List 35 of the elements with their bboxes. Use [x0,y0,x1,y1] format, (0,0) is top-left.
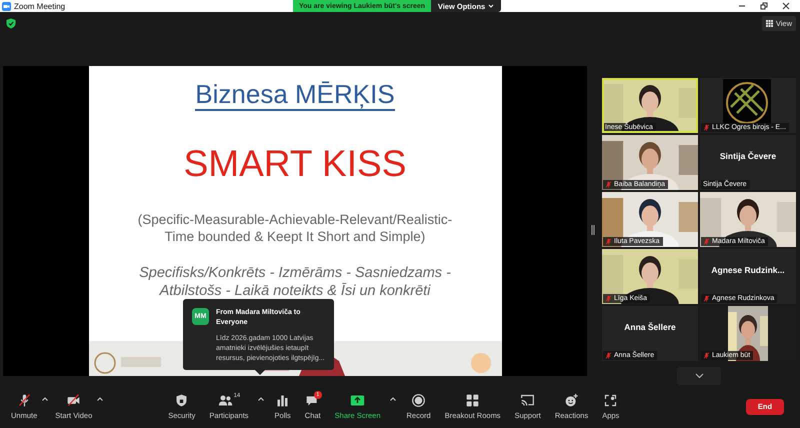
resize-handle-icon[interactable] [591,224,595,234]
slide-subtitle: (Specific-Measurable-Achievable-Relevant/Realistic- [138,210,452,228]
slide-headline: SMART KISS [184,144,406,182]
bar-chart-icon [275,393,290,408]
cast-screen-icon [520,393,536,408]
smiley-plus-icon [564,393,580,408]
participant-name: Anna Šellere [624,322,676,332]
shield-check-icon[interactable] [6,18,16,28]
slide-translation: Specifisks/Konkrēts - Izmērāms - Sasniedzams - [139,264,451,282]
muted-mic-icon [605,181,612,188]
close-icon[interactable] [782,2,790,10]
participant-name: Agnese Rudzink... [711,264,785,274]
four-squares-icon [465,393,480,408]
video-off-icon [66,393,82,408]
muted-mic-icon [605,352,612,359]
muted-mic-icon [605,295,612,302]
slide-title: Biznesa MĒRĶIS [195,80,395,111]
muted-mic-icon [703,124,710,131]
share-screen-icon [350,393,366,408]
people-icon [218,393,233,408]
apps-icon [603,393,618,408]
record-icon [411,393,426,408]
slide-translation: Atbilstošs - Laikā noteikts & Īsi un konkrēti [158,282,432,300]
slide-subtitle: Time bounded & Keept It Short and Simple) [164,228,426,245]
chevron-down-icon[interactable] [694,373,704,379]
shield-icon [174,393,190,408]
muted-mic-icon [703,352,710,359]
restore-icon[interactable] [760,2,768,10]
muted-mic-icon [605,238,612,245]
window-title: Zoom Meeting [14,2,66,10]
muted-mic-icon [703,238,710,245]
muted-mic-icon [703,295,710,302]
grid-icon[interactable] [766,20,773,26]
muted-microphone-icon [16,393,32,408]
participant-name: Sintija Čevere [720,150,776,160]
